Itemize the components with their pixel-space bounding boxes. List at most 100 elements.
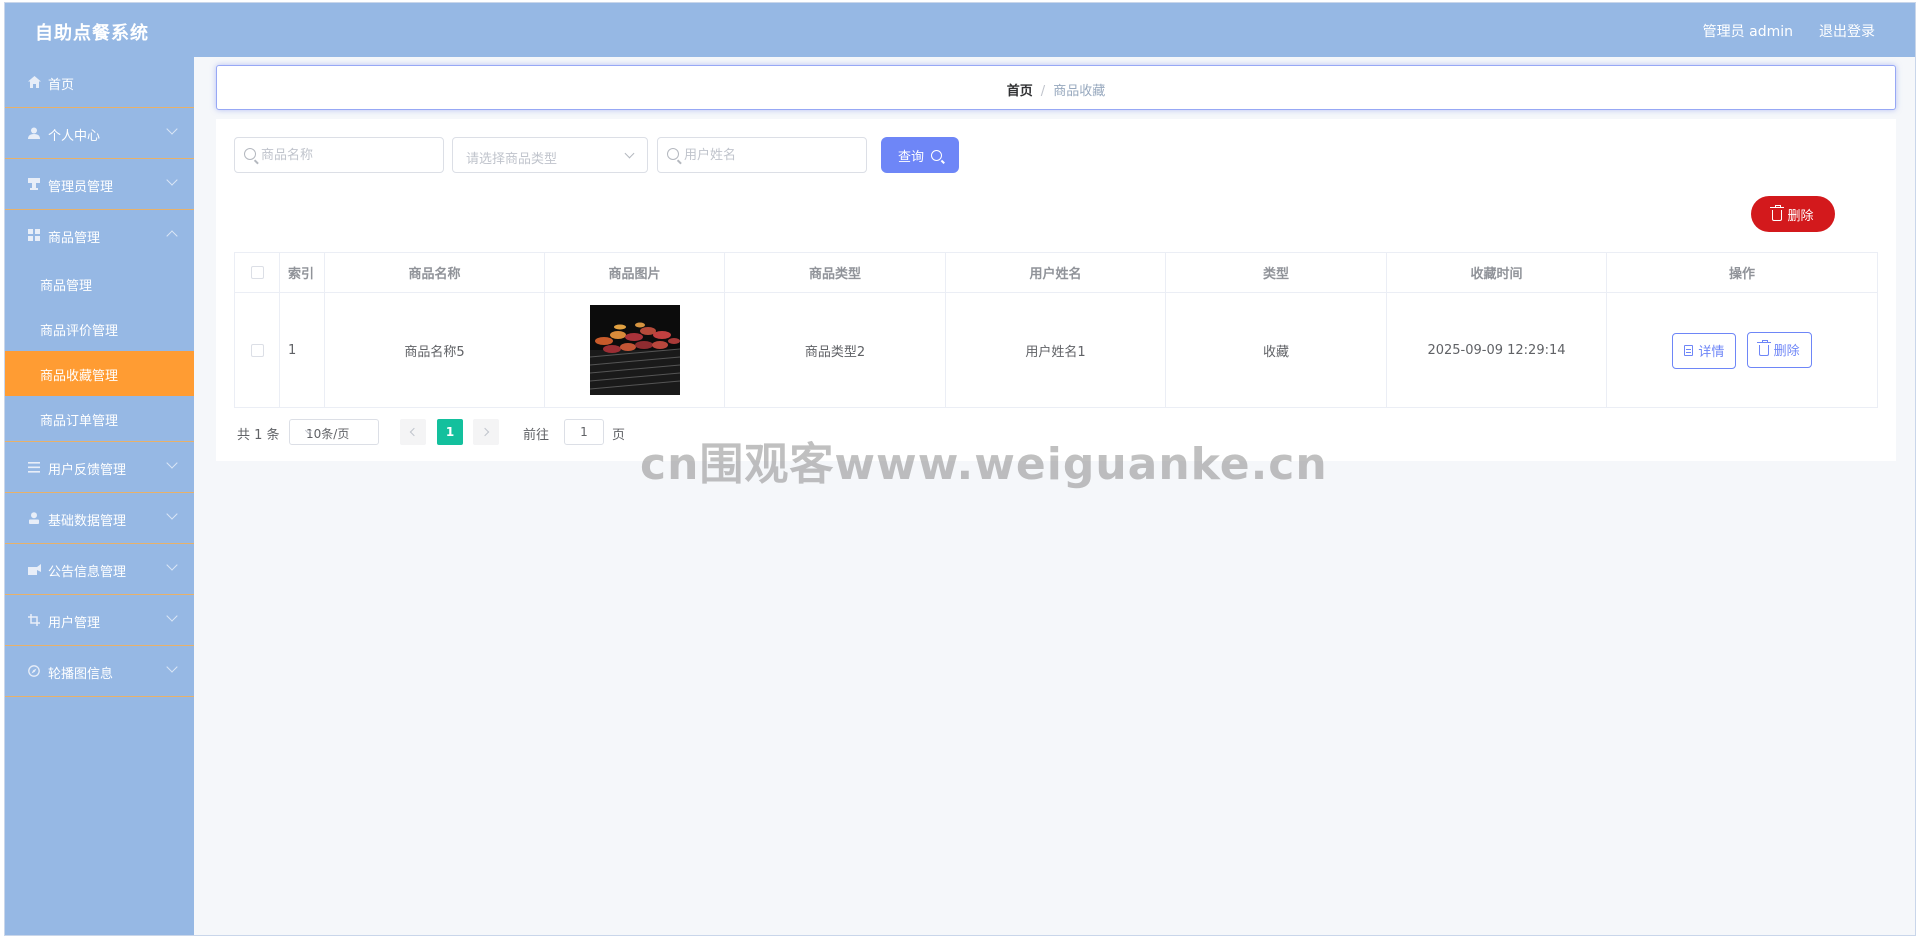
breadcrumb-current: 商品收藏 [1053,84,1106,99]
select-all-header [234,252,280,293]
sidebar-item-home[interactable]: 首页 [5,57,194,108]
user-icon [27,126,41,140]
select-all-checkbox[interactable] [250,266,264,279]
row-index: 1 [279,292,325,408]
row-kind: 收藏 [1165,292,1387,408]
crop-icon [27,613,41,627]
sidebar-item-label: 用户管理 [48,616,101,631]
batch-delete-label: 删除 [1787,208,1814,224]
chevron-up-icon [166,230,178,242]
sidebar-item-feedback[interactable]: 用户反馈管理 [5,442,194,493]
admin-user-label: 管理员 admin [1702,24,1793,40]
detail-button-label: 详情 [1698,345,1725,360]
column-header: 操作 [1606,252,1878,293]
page-number-button[interactable]: 1 [437,419,463,445]
table-header-row: 索引 商品名称 商品图片 商品类型 用户姓名 类型 收藏时间 操作 [234,252,1878,293]
menu-lines-icon [27,460,41,474]
sidebar-item-carousel[interactable]: 轮播图信息 [5,646,194,697]
row-goods-name: 商品名称5 [324,292,545,408]
prev-page-button[interactable] [400,419,426,445]
sidebar-item-label: 基础数据管理 [48,514,127,529]
user-name-input[interactable] [684,138,854,172]
chevron-down-icon [166,610,178,622]
chevron-down-icon [166,123,178,135]
pagination-total: 共 1 条 [237,428,280,443]
goods-type-select[interactable]: 请选择商品类型 [452,137,648,173]
row-favorite-time: 2025-09-09 12:29:14 [1386,292,1607,408]
column-header: 类型 [1165,252,1387,293]
sidebar-item-label: 个人中心 [48,129,101,144]
sidebar-subitem-goods-order[interactable]: 商品订单管理 [5,396,194,441]
trash-icon [1770,204,1785,221]
row-goods-image-cell [544,292,725,408]
breadcrumb-card: 首页 / 商品收藏 [216,65,1896,110]
sidebar-item-label: 轮播图信息 [48,667,114,682]
breadcrumb: 首页 / 商品收藏 [217,80,1895,99]
page-size-value: 10条/页 [306,427,350,441]
sidebar-item-label: 用户反馈管理 [48,463,127,478]
chevron-down-icon [166,661,178,673]
goods-name-input[interactable] [261,138,431,172]
sidebar-item-notice[interactable]: 公告信息管理 [5,544,194,595]
goto-label: 前往 [523,428,550,443]
sidebar: 首页 个人中心 管理员管理 商品管理 商品管理 商品评价管理 商品收藏管理 商品… [5,57,194,935]
stamp-icon [27,177,41,191]
page-size-select[interactable]: 10条/页 [289,419,379,445]
search-icon [244,148,256,160]
row-goods-type: 商品类型2 [724,292,946,408]
logout-link[interactable]: 退出登录 [1819,21,1875,41]
batch-delete-button[interactable]: 删除 [1751,196,1835,232]
breadcrumb-home[interactable]: 首页 [1007,84,1033,99]
sidebar-item-goods-management[interactable]: 商品管理 [5,210,194,261]
document-icon [1684,345,1694,356]
breadcrumb-separator: / [1040,84,1046,99]
column-header: 收藏时间 [1386,252,1607,293]
column-header: 索引 [279,252,325,293]
watermark-text: cn围观客www.weiguanke.cn [640,439,1328,490]
favorites-table: 索引 商品名称 商品图片 商品类型 用户姓名 类型 收藏时间 操作 1 商品名称… [234,252,1878,408]
sidebar-item-label: 首页 [48,78,75,93]
sidebar-item-label: 公告信息管理 [48,565,127,580]
top-header: 自助点餐系统 管理员 admin 退出登录 [5,3,1915,57]
row-user-name: 用户姓名1 [945,292,1166,408]
content-card: 请选择商品类型 查询 删除 索引 商品名称 商品图片 商品类型 [216,119,1896,461]
sidebar-item-users[interactable]: 用户管理 [5,595,194,646]
column-header: 商品类型 [724,252,946,293]
goto-page-input[interactable] [564,419,604,445]
goods-name-search[interactable] [234,137,444,173]
home-icon [27,75,41,89]
row-checkbox[interactable] [250,343,264,357]
sidebar-item-label: 商品管理 [48,231,101,246]
row-delete-button[interactable]: 删除 [1746,331,1812,368]
row-actions: 详情 删除 [1606,292,1878,408]
chevron-down-icon [166,457,178,469]
chevron-down-icon [166,559,178,571]
sidebar-item-admin-management[interactable]: 管理员管理 [5,159,194,210]
sidebar-subitem-goods[interactable]: 商品管理 [5,261,194,306]
sidebar-subitem-goods-review[interactable]: 商品评价管理 [5,306,194,351]
chevron-down-icon [624,148,635,159]
sidebar-item-profile[interactable]: 个人中心 [5,108,194,159]
user-name-search[interactable] [657,137,867,173]
chevron-down-icon [166,174,178,186]
search-icon [667,148,679,160]
search-icon [931,149,942,161]
chevron-down-icon [166,508,178,520]
goods-thumbnail-image[interactable] [589,305,680,395]
column-header: 商品名称 [324,252,545,293]
query-button-label: 查询 [897,149,924,165]
person-icon [27,511,41,525]
page-unit-label: 页 [612,428,626,443]
query-button[interactable]: 查询 [881,137,959,173]
trash-icon [1756,340,1771,356]
sidebar-subitem-goods-favorite[interactable]: 商品收藏管理 [5,351,194,396]
sidebar-item-base-data[interactable]: 基础数据管理 [5,493,194,544]
megaphone-icon [27,562,41,576]
detail-button[interactable]: 详情 [1672,332,1737,369]
next-page-button[interactable] [473,419,499,445]
goods-type-placeholder: 请选择商品类型 [466,152,558,167]
row-select-cell [234,292,280,408]
sidebar-item-label: 管理员管理 [48,180,114,195]
goods-submenu: 商品管理 商品评价管理 商品收藏管理 商品订单管理 [5,261,194,442]
grid-icon [27,228,41,242]
